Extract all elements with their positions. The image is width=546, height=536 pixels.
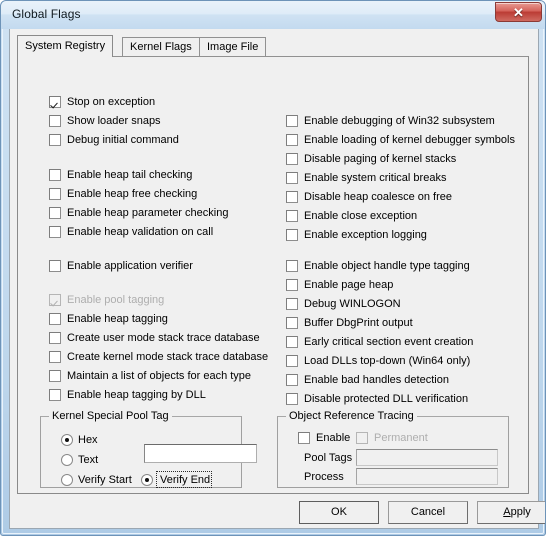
checkbox-box <box>49 260 61 272</box>
checkbox-box <box>286 279 298 291</box>
checkbox-label: Enable heap tail checking <box>67 169 193 181</box>
checkbox-label: Enable heap parameter checking <box>67 207 229 219</box>
checkbox-box <box>286 153 298 165</box>
checkbox-box <box>49 188 61 200</box>
checkbox-box <box>49 169 61 181</box>
checkbox-label: Enable page heap <box>304 279 394 291</box>
checkbox-box <box>286 355 298 367</box>
dialog-client-area: System Registry Kernel Flags Image File … <box>9 29 545 529</box>
group-caption: Object Reference Tracing <box>286 410 417 422</box>
pool-tag-input[interactable] <box>144 444 257 463</box>
process-label: Process <box>304 471 344 483</box>
global-flags-window: Global Flags ✕ System Registry Kernel Fl… <box>0 0 546 536</box>
checkbox-label: Early critical section event creation <box>304 336 474 348</box>
group-kernel-special-pool-tag: Kernel Special Pool Tag Hex Text Verify … <box>40 410 257 488</box>
checkbox-label: Stop on exception <box>67 96 156 108</box>
radio-dot <box>61 474 73 486</box>
checkbox-box <box>286 210 298 222</box>
process-input[interactable] <box>356 468 498 485</box>
window-title: Global Flags <box>12 7 81 21</box>
checkbox-box <box>49 313 61 325</box>
checkbox-label: Enable object handle type tagging <box>304 260 470 272</box>
checkbox-label: Enable application verifier <box>67 260 193 272</box>
radio-label: Verify Start <box>78 474 132 486</box>
checkbox-box <box>49 226 61 238</box>
radio-dot <box>61 454 73 466</box>
checkbox-label: Debug initial command <box>67 134 179 146</box>
checkbox-label: Enable system critical breaks <box>304 172 447 184</box>
checkbox-box <box>49 207 61 219</box>
checkbox-box <box>286 393 298 405</box>
apply-label-rest: pply <box>510 506 531 518</box>
tab-panel-system-registry: Stop on exception Show loader snaps Debu… <box>17 56 529 494</box>
checkbox-box <box>49 332 61 344</box>
pool-tags-input[interactable] <box>356 449 498 466</box>
close-icon: ✕ <box>513 5 524 20</box>
checkbox-label: Debug WINLOGON <box>304 298 401 310</box>
radio-label: Text <box>78 454 99 466</box>
checkbox-label: Enable heap validation on call <box>67 226 214 238</box>
checkbox-label: Enable debugging of Win32 subsystem <box>304 115 495 127</box>
checkbox-box <box>286 229 298 241</box>
group-object-reference-tracing: Object Reference Tracing Enable Permanen… <box>277 410 509 488</box>
checkbox-box <box>49 351 61 363</box>
checkbox-label: Create kernel mode stack trace database <box>67 351 269 363</box>
checkbox-label: Enable loading of kernel debugger symbol… <box>304 134 515 146</box>
checkbox-box <box>49 389 61 401</box>
radio-dot <box>141 474 153 486</box>
pool-tags-label: Pool Tags <box>304 452 353 464</box>
tab-image-file[interactable]: Image File <box>199 37 267 56</box>
checkbox-box <box>49 115 61 127</box>
focus-rectangle <box>156 471 212 488</box>
checkbox-label: Enable exception logging <box>304 229 427 241</box>
tab-system-registry[interactable]: System Registry <box>17 35 114 57</box>
checkbox-label: Create user mode stack trace database <box>67 332 260 344</box>
checkbox-label: Enable close exception <box>304 210 418 222</box>
tab-kernel-flags[interactable]: Kernel Flags <box>122 37 200 56</box>
checkbox-box <box>286 336 298 348</box>
checkbox-box <box>49 294 61 306</box>
checkbox-box <box>286 374 298 386</box>
checkbox-box <box>298 432 310 444</box>
checkbox-label: Permanent <box>374 432 428 444</box>
checkbox-label: Enable <box>316 432 351 444</box>
checkbox-box <box>49 370 61 382</box>
checkbox-label: Disable heap coalesce on free <box>304 191 452 203</box>
checkbox-label: Load DLLs top-down (Win64 only) <box>304 355 471 367</box>
checkbox-box <box>286 260 298 272</box>
checkbox-box <box>286 317 298 329</box>
checkbox-label: Buffer DbgPrint output <box>304 317 413 329</box>
group-caption: Kernel Special Pool Tag <box>49 410 172 422</box>
checkbox-box <box>286 191 298 203</box>
ok-button[interactable]: OK <box>299 501 379 524</box>
checkbox-box <box>286 172 298 184</box>
checkbox-label: Enable heap tagging by DLL <box>67 389 206 401</box>
checkbox-label: Enable heap tagging <box>67 313 168 325</box>
checkbox-box <box>49 134 61 146</box>
checkbox-box <box>49 96 61 108</box>
radio-label: Hex <box>78 434 98 446</box>
apply-accelerator: A <box>503 506 511 518</box>
radio-dot <box>61 434 73 446</box>
checkbox-box <box>286 115 298 127</box>
checkbox-label: Show loader snaps <box>67 115 161 127</box>
apply-button[interactable]: Apply <box>477 501 545 524</box>
close-button[interactable]: ✕ <box>495 2 542 22</box>
checkbox-label: Enable bad handles detection <box>304 374 449 386</box>
checkbox-label: Enable pool tagging <box>67 294 165 306</box>
title-bar[interactable]: Global Flags ✕ <box>1 1 545 29</box>
checkbox-box <box>286 298 298 310</box>
checkbox-label: Enable heap free checking <box>67 188 198 200</box>
checkbox-label: Maintain a list of objects for each type <box>67 370 252 382</box>
cancel-button[interactable]: Cancel <box>388 501 468 524</box>
checkbox-box <box>286 134 298 146</box>
checkbox-label: Disable paging of kernel stacks <box>304 153 457 165</box>
checkbox-box <box>356 432 368 444</box>
checkbox-label: Disable protected DLL verification <box>304 393 469 405</box>
